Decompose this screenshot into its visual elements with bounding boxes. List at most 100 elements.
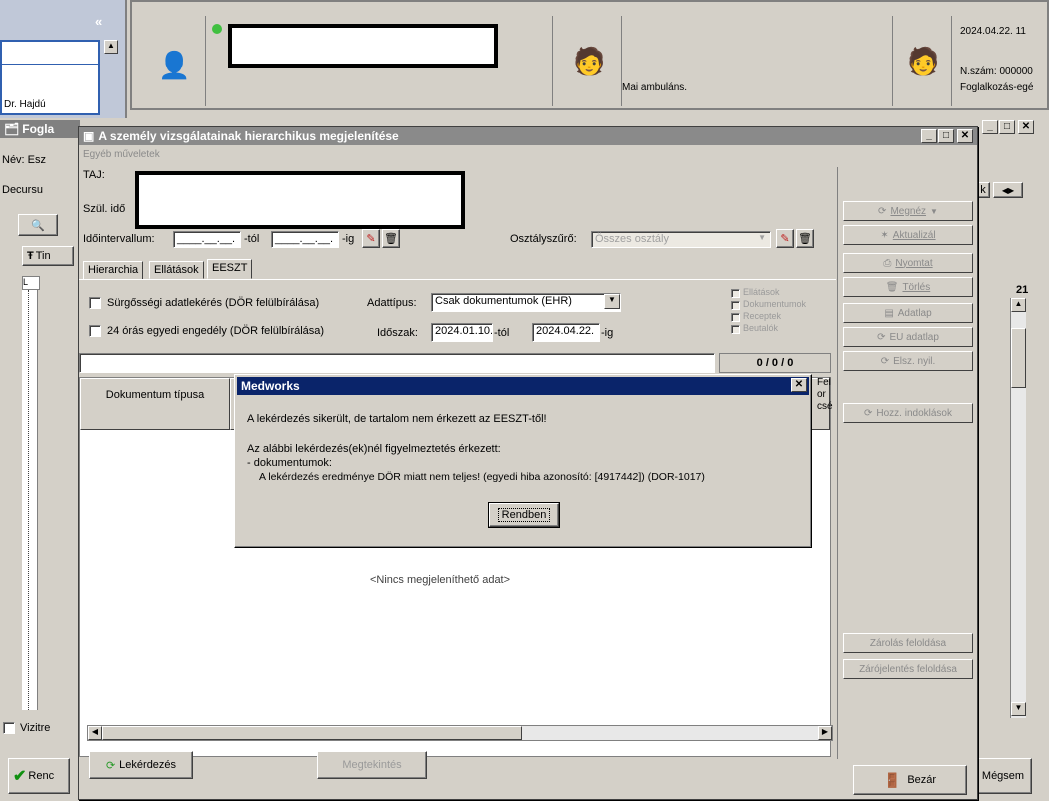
main-maximize-button[interactable]: □ — [938, 129, 954, 143]
elsz-nyil-label: Elsz. nyil. — [893, 355, 936, 367]
bg-cancel-button[interactable]: Mégsem — [974, 758, 1032, 794]
filter-beutalok-label: Beutalók — [743, 323, 779, 333]
collapse-icon[interactable]: « — [95, 14, 102, 29]
doctor-name: Dr. Hajdú — [4, 99, 46, 110]
table-header-doc-type[interactable]: Dokumentum típusa — [80, 378, 230, 430]
surgossegi-label: Sürgősségi adatlekérés (DÖR felülbírálás… — [107, 297, 320, 309]
egyedi-engedely-checkbox[interactable] — [89, 325, 101, 337]
tab-eeszt[interactable]: EESZT — [207, 259, 253, 279]
aktualizal-button[interactable]: ✶ Aktualizál — [843, 225, 973, 245]
surgossegi-checkbox[interactable] — [89, 297, 101, 309]
counter: 0 / 0 / 0 — [719, 353, 831, 373]
scroll-h-thumb[interactable] — [102, 726, 522, 740]
zarojelentes-feloldasa-button[interactable]: Zárójelentés feloldása — [843, 659, 973, 679]
filter-ellatasok-label: Ellátások — [743, 287, 780, 297]
taj-label: TAJ: — [83, 169, 105, 181]
bg-minimize-button[interactable]: _ — [982, 120, 998, 134]
main-title-bar: ▣ A személy vizsgálatainak hierarchikus … — [79, 127, 977, 145]
horizontal-scrollbar[interactable]: ◀ ▶ — [87, 725, 833, 741]
redacted-patient-name — [228, 24, 498, 68]
dialog-line-4: A lekérdezés eredménye DÖR miatt nem tel… — [259, 471, 705, 483]
hozz-indoklasok-label: Hozz. indoklások — [876, 407, 952, 419]
tab-hierarchia[interactable]: Hierarchia — [83, 261, 144, 279]
osztaly-clear-button[interactable]: ✎ — [776, 229, 794, 248]
bg-tab-tin[interactable]: Ŧ Tin — [22, 246, 74, 266]
filter-ellatasok-checkbox[interactable] — [731, 289, 740, 298]
elsz-nyil-button[interactable]: ⟳ Elsz. nyil. — [843, 351, 973, 371]
adattipus-select[interactable]: Csak dokumentumok (EHR) ▼ — [431, 293, 621, 312]
zarolas-feloldasa-button[interactable]: Zárolás feloldása — [843, 633, 973, 653]
bezar-button[interactable]: 🚪 Bezár — [853, 765, 967, 795]
megnez-label: Megnéz — [890, 205, 927, 217]
date-to-input[interactable]: ____.__.__. — [271, 231, 339, 248]
refresh-icon: ⟳ — [864, 407, 873, 419]
trash-icon: 🗑 — [885, 281, 899, 293]
ambulance-label: Mai ambuláns. — [622, 82, 688, 93]
idoszak-ig-label: -ig — [601, 327, 614, 339]
filter-dokumentumok-checkbox[interactable] — [731, 301, 740, 310]
menu-egyeb-muveletek[interactable]: Egyéb műveletek — [83, 149, 160, 160]
idoszak-from-input[interactable]: 2024.01.10. — [431, 323, 493, 342]
scroll-up-button[interactable]: ▲ — [104, 40, 118, 54]
idoszak-tol-label: -tól — [494, 327, 510, 339]
table-header-doc-type-label: Dokumentum típusa — [105, 389, 205, 401]
bg-ok-button[interactable]: ✔ Renc — [8, 758, 70, 794]
hozz-indoklasok-button[interactable]: ⟳ Hozz. indoklások — [843, 403, 973, 423]
megtekintes-button[interactable]: Megtekintés — [317, 751, 427, 779]
bg-zoom-button[interactable]: 🔍 — [18, 214, 58, 236]
bg-name-label: Név: Esz — [2, 154, 47, 166]
eraser-icon: ✎ — [780, 233, 790, 245]
refresh-icon: ⟳ — [105, 759, 116, 772]
delete-filter-button[interactable]: 🗑 — [382, 229, 400, 248]
lekerdezes-button[interactable]: ⟳ Lekérdezés — [89, 751, 193, 779]
bg-nav-arrows[interactable]: ◀▶ — [993, 182, 1023, 198]
main-minimize-button[interactable]: _ — [921, 129, 937, 143]
szul-label: Szül. idő — [83, 203, 126, 215]
filter-clear-button[interactable]: ✎ — [362, 229, 380, 248]
eu-adatlap-button[interactable]: ⟳ EU adatlap — [843, 327, 973, 347]
bg-vizitre-checkbox[interactable] — [3, 722, 15, 734]
refresh-icon: ⟳ — [877, 331, 886, 343]
date-from-input[interactable]: ____.__.__. — [173, 231, 241, 248]
doctor-cell: 🧑 — [552, 16, 622, 106]
aktualizal-label: Aktualizál — [892, 229, 936, 241]
bg-nav-k[interactable]: k — [976, 182, 990, 198]
doctor-icon: 🧑 — [573, 46, 606, 76]
torles-button[interactable]: 🗑 Törlés — [843, 277, 973, 297]
bg-vertical-scrollbar[interactable]: ▲ ▼ — [1010, 298, 1026, 718]
assistant-cell: 🧑 — [892, 16, 952, 106]
bg-decursus-label: Decursu — [2, 184, 43, 196]
trash-icon: 🗑 — [384, 233, 398, 245]
bg-scroll-thumb[interactable] — [1011, 328, 1026, 388]
bg-maximize-button[interactable]: □ — [999, 120, 1015, 134]
adatlap-button[interactable]: ▤ Adatlap — [843, 303, 973, 323]
eeszt-search-input[interactable] — [79, 353, 715, 373]
bg-window-buttons: _ □ ✕ — [982, 120, 1042, 138]
bg-scroll-up-button[interactable]: ▲ — [1011, 298, 1026, 312]
scroll-left-button[interactable]: ◀ — [88, 726, 102, 740]
dialog-close-button[interactable]: ✕ — [791, 378, 807, 392]
idoszak-to-input[interactable]: 2024.04.22. — [532, 323, 600, 342]
n-number: N.szám: 000000 — [960, 66, 1033, 77]
bg-scroll-down-button[interactable]: ▼ — [1011, 702, 1026, 716]
scroll-right-button[interactable]: ▶ — [818, 726, 832, 740]
bezar-label: Bezár — [907, 774, 937, 786]
door-icon: 🚪 — [883, 771, 902, 788]
filter-receptek-checkbox[interactable] — [731, 313, 740, 322]
osztaly-delete-button[interactable]: 🗑 — [796, 229, 814, 248]
nyomtat-button[interactable]: ⎙ Nyomtat — [843, 253, 973, 273]
main-close-button[interactable]: ✕ — [957, 129, 973, 143]
header-partial-2: or — [817, 389, 826, 400]
rendben-button[interactable]: Rendben — [488, 502, 560, 528]
megnez-button[interactable]: ⟳ Megnéz ▼ — [843, 201, 973, 221]
dialog-line-1: A lekérdezés sikerült, de tartalom nem é… — [247, 413, 547, 425]
tab-ellatasok[interactable]: Ellátások — [149, 261, 204, 279]
ruler-corner: L — [22, 276, 40, 290]
trash-icon: 🗑 — [798, 233, 812, 245]
bg-close-button[interactable]: ✕ — [1018, 120, 1034, 134]
adattipus-dropdown-button[interactable]: ▼ — [604, 294, 620, 309]
assistant-icon: 🧑 — [907, 46, 940, 76]
ruler-number: 21 — [1016, 284, 1029, 296]
osztalyszuro-select[interactable]: Összes osztály ▼ — [591, 231, 771, 248]
filter-beutalok-checkbox[interactable] — [731, 325, 740, 334]
